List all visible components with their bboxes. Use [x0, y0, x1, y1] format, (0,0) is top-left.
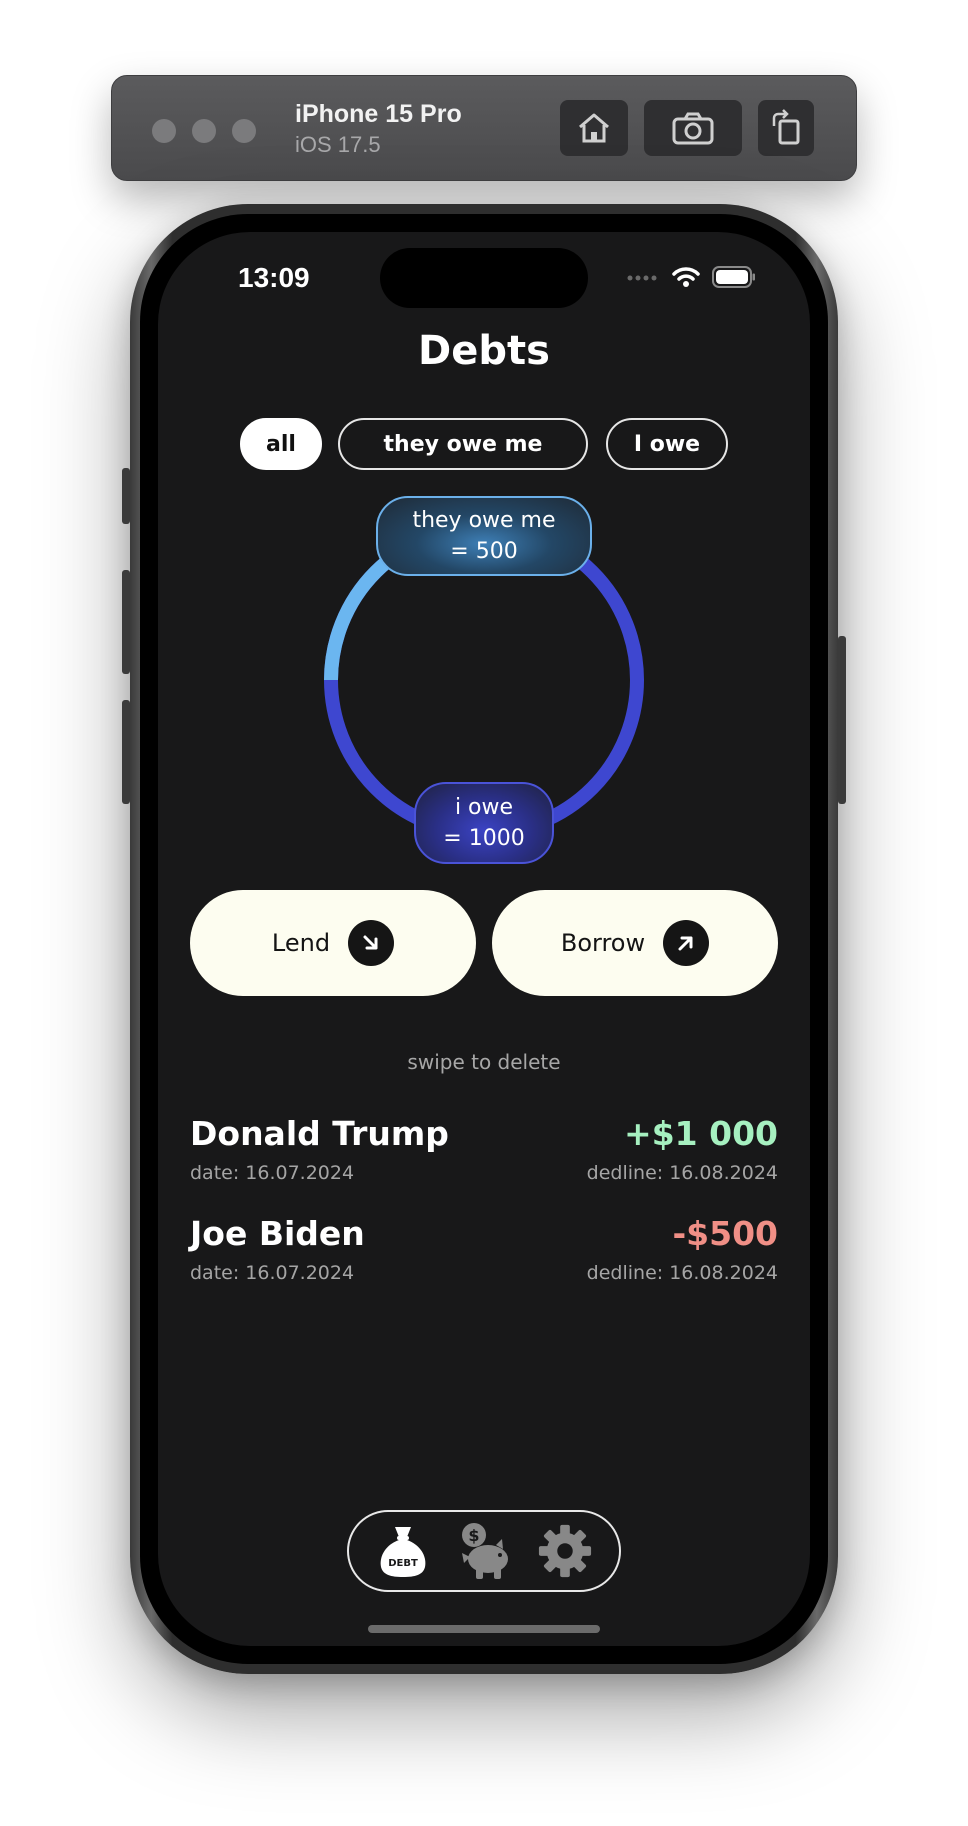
they-owe-me-value: = 500	[450, 539, 518, 564]
lend-label: Lend	[271, 929, 331, 957]
screenshot-button[interactable]	[644, 100, 742, 156]
home-button[interactable]	[560, 100, 628, 156]
they-owe-me-label: they owe me	[412, 508, 556, 533]
device-name: iPhone 15 Pro	[295, 100, 462, 128]
debt-amount: +$1 000	[624, 1114, 778, 1153]
tab-savings[interactable]: $	[456, 1521, 512, 1581]
debt-row[interactable]: Joe Biden date: 16.07.2024 -$500 dedline…	[190, 1214, 778, 1294]
debt-deadline: dedline: 16.08.2024	[586, 1262, 778, 1284]
gear-icon	[538, 1524, 591, 1578]
os-version: iOS 17.5	[295, 132, 381, 157]
volume-down-button[interactable]	[122, 700, 130, 804]
borrow-button[interactable]: Borrow	[492, 890, 778, 996]
window-close-dot[interactable]	[152, 119, 176, 143]
i-owe-label: i owe	[454, 795, 514, 820]
piggy-bank-icon: $	[461, 1523, 508, 1579]
borrow-label: Borrow	[560, 929, 646, 957]
svg-text:$: $	[468, 1526, 479, 1545]
debtor-name: Donald Trump	[190, 1114, 449, 1153]
debt-row[interactable]: Donald Trump date: 16.07.2024 +$1 000 de…	[190, 1114, 778, 1194]
lend-button[interactable]: Lend	[190, 890, 476, 996]
home-icon	[579, 113, 609, 143]
action-button[interactable]	[122, 468, 130, 524]
power-button[interactable]	[838, 636, 846, 804]
debt-date: date: 16.07.2024	[190, 1262, 355, 1284]
debt-deadline: dedline: 16.08.2024	[586, 1162, 778, 1184]
swipe-hint: swipe to delete	[407, 1050, 561, 1074]
debtor-name: Joe Biden	[190, 1214, 365, 1253]
window-minimize-dot[interactable]	[192, 119, 216, 143]
tab-bar: DEBT $	[347, 1510, 621, 1592]
simulator-toolbar: iPhone 15 Pro iOS 17.5	[111, 75, 857, 181]
they-owe-me-summary: they owe me = 500	[376, 496, 592, 576]
app-screen: 13:09 Debts all they owe me I owe they o…	[158, 232, 810, 1646]
volume-up-button[interactable]	[122, 570, 130, 674]
i-owe-value: = 1000	[443, 826, 525, 851]
money-bag-icon: DEBT	[380, 1527, 426, 1577]
arrow-down-right-icon	[348, 920, 395, 966]
rotate-icon	[772, 109, 800, 145]
rotate-button[interactable]	[758, 100, 814, 156]
debt-amount: -$500	[672, 1214, 778, 1253]
window-zoom-dot[interactable]	[232, 119, 256, 143]
tab-debts[interactable]: DEBT	[375, 1521, 431, 1581]
arrow-up-right-icon	[663, 920, 710, 966]
home-indicator[interactable]	[368, 1625, 600, 1633]
debt-date: date: 16.07.2024	[190, 1162, 355, 1184]
tab-debt-text: DEBT	[389, 1558, 419, 1569]
tab-settings[interactable]	[537, 1521, 593, 1581]
camera-icon	[672, 112, 714, 145]
i-owe-summary: i owe = 1000	[414, 782, 554, 864]
